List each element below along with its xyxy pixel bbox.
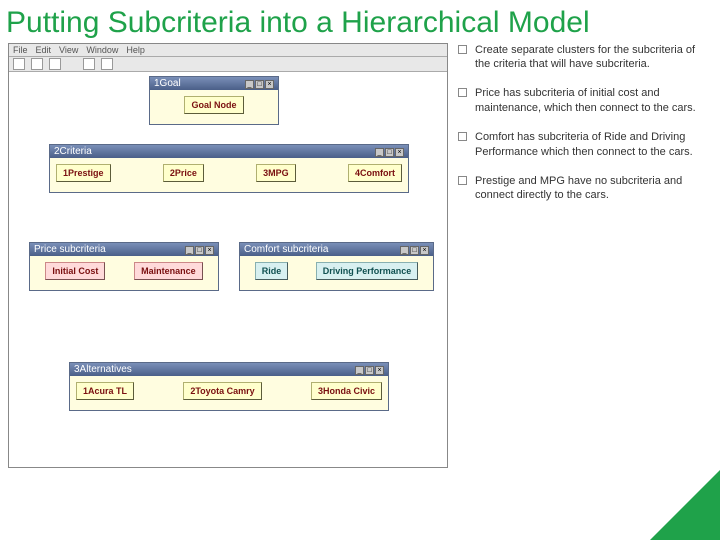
pane-title: 2Criteria xyxy=(54,146,92,157)
minimize-icon[interactable]: _ xyxy=(355,366,364,375)
menu-item[interactable]: Window xyxy=(86,45,118,55)
minimize-icon[interactable]: _ xyxy=(400,246,409,255)
maximize-icon[interactable]: □ xyxy=(195,246,204,255)
pane-title: Comfort subcriteria xyxy=(244,244,328,255)
slide-title: Putting Subcriteria into a Hierarchical … xyxy=(0,0,720,41)
window-buttons: _□× xyxy=(244,78,274,89)
app-toolbar xyxy=(9,57,447,72)
pane-titlebar: 2Criteria _□× xyxy=(50,145,408,158)
minimize-icon[interactable]: _ xyxy=(375,148,384,157)
toolbar-icon[interactable] xyxy=(101,58,113,70)
maximize-icon[interactable]: □ xyxy=(255,80,264,89)
node-ride[interactable]: Ride xyxy=(255,262,289,280)
node-comfort[interactable]: 4Comfort xyxy=(348,164,402,182)
bullet-item: Comfort has subcriteria of Ride and Driv… xyxy=(458,130,708,160)
pane-title: Price subcriteria xyxy=(34,244,106,255)
app-window: File Edit View Window Help 1Goal _□× xyxy=(8,43,448,468)
pane-title: 3Alternatives xyxy=(74,364,132,375)
menu-item[interactable]: Help xyxy=(126,45,145,55)
diagram-screenshot: File Edit View Window Help 1Goal _□× xyxy=(8,43,448,468)
toolbar-icon[interactable] xyxy=(31,58,43,70)
pane-comfort-subcriteria: Comfort subcriteria _□× Ride Driving Per… xyxy=(239,242,434,291)
bullet-list: Create separate clusters for the subcrit… xyxy=(448,43,712,468)
window-buttons: _□× xyxy=(184,244,214,255)
node-acura[interactable]: 1Acura TL xyxy=(76,382,134,400)
bullet-item: Price has subcriteria of initial cost an… xyxy=(458,86,708,116)
maximize-icon[interactable]: □ xyxy=(385,148,394,157)
pane-titlebar: 3Alternatives _□× xyxy=(70,363,388,376)
pane-titlebar: Comfort subcriteria _□× xyxy=(240,243,433,256)
menu-item[interactable]: View xyxy=(59,45,78,55)
node-price[interactable]: 2Price xyxy=(163,164,204,182)
window-buttons: _□× xyxy=(399,244,429,255)
node-maintenance[interactable]: Maintenance xyxy=(134,262,203,280)
bullet-item: Create separate clusters for the subcrit… xyxy=(458,43,708,73)
bullet-text: Comfort has subcriteria of Ride and Driv… xyxy=(475,130,708,160)
pane-price-subcriteria: Price subcriteria _□× Initial Cost Maint… xyxy=(29,242,219,291)
bullet-text: Price has subcriteria of initial cost an… xyxy=(475,86,708,116)
close-icon[interactable]: × xyxy=(205,246,214,255)
pane-goal: 1Goal _□× Goal Node xyxy=(149,76,279,125)
node-civic[interactable]: 3Honda Civic xyxy=(311,382,382,400)
toolbar-icon[interactable] xyxy=(83,58,95,70)
bullet-icon xyxy=(458,176,467,185)
node-goal[interactable]: Goal Node xyxy=(184,96,243,114)
node-initial-cost[interactable]: Initial Cost xyxy=(45,262,105,280)
maximize-icon[interactable]: □ xyxy=(410,246,419,255)
close-icon[interactable]: × xyxy=(375,366,384,375)
menu-item[interactable]: Edit xyxy=(36,45,52,55)
node-camry[interactable]: 2Toyota Camry xyxy=(183,382,261,400)
minimize-icon[interactable]: _ xyxy=(245,80,254,89)
toolbar-icon[interactable] xyxy=(49,58,61,70)
slide-content: File Edit View Window Help 1Goal _□× xyxy=(0,41,720,468)
app-menubar: File Edit View Window Help xyxy=(9,44,447,57)
bullet-text: Prestige and MPG have no subcriteria and… xyxy=(475,174,708,204)
node-prestige[interactable]: 1Prestige xyxy=(56,164,111,182)
window-buttons: _□× xyxy=(354,364,384,375)
bullet-icon xyxy=(458,132,467,141)
window-buttons: _□× xyxy=(374,146,404,157)
node-driving-performance[interactable]: Driving Performance xyxy=(316,262,419,280)
maximize-icon[interactable]: □ xyxy=(365,366,374,375)
app-canvas: 1Goal _□× Goal Node 2Criteria _□× 1Prest… xyxy=(9,72,447,467)
pane-title: 1Goal xyxy=(154,78,181,89)
close-icon[interactable]: × xyxy=(420,246,429,255)
minimize-icon[interactable]: _ xyxy=(185,246,194,255)
pane-criteria: 2Criteria _□× 1Prestige 2Price 3MPG 4Com… xyxy=(49,144,409,193)
pane-titlebar: Price subcriteria _□× xyxy=(30,243,218,256)
menu-item[interactable]: File xyxy=(13,45,28,55)
close-icon[interactable]: × xyxy=(265,80,274,89)
bullet-icon xyxy=(458,88,467,97)
pane-titlebar: 1Goal _□× xyxy=(150,77,278,90)
bullet-icon xyxy=(458,45,467,54)
toolbar-icon[interactable] xyxy=(13,58,25,70)
node-mpg[interactable]: 3MPG xyxy=(256,164,296,182)
bullet-item: Prestige and MPG have no subcriteria and… xyxy=(458,174,708,204)
pane-alternatives: 3Alternatives _□× 1Acura TL 2Toyota Camr… xyxy=(69,362,389,411)
close-icon[interactable]: × xyxy=(395,148,404,157)
corner-accent xyxy=(650,470,720,540)
bullet-text: Create separate clusters for the subcrit… xyxy=(475,43,708,73)
